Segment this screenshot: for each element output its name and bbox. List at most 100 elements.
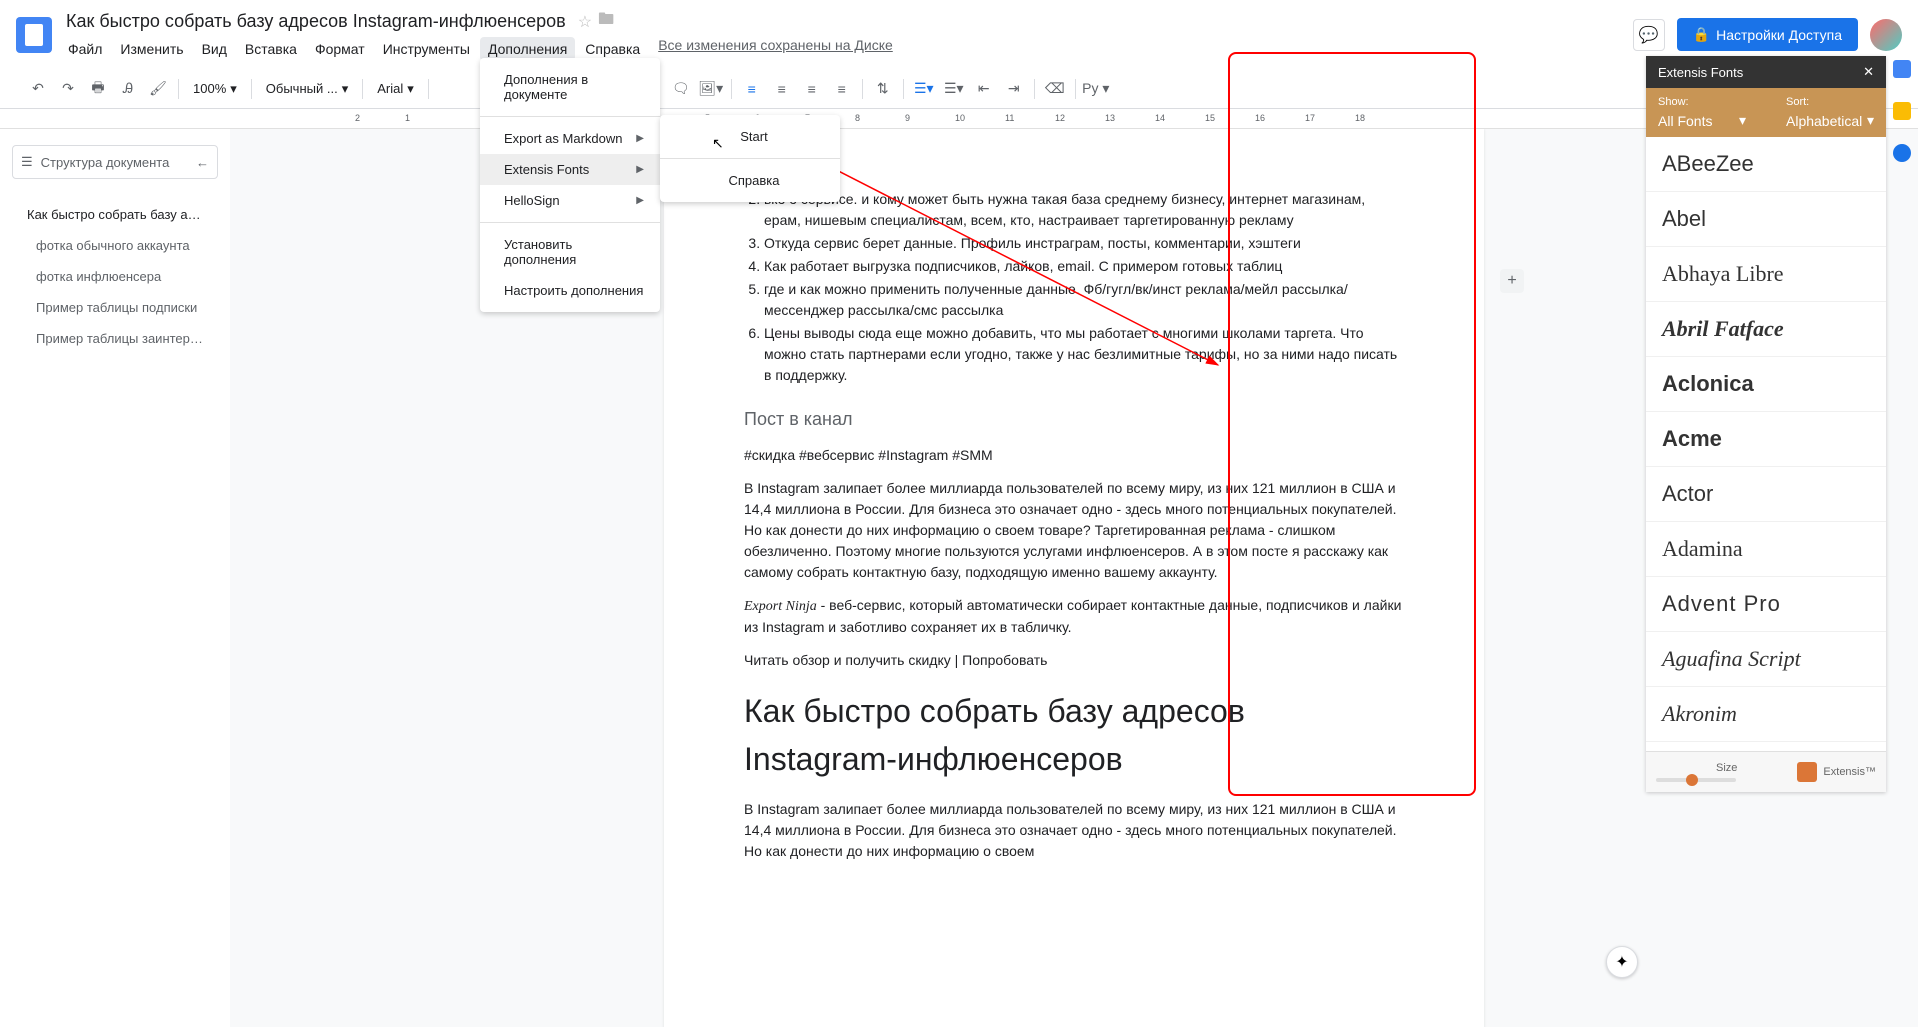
- redo-button[interactable]: ↷: [54, 75, 82, 103]
- undo-button[interactable]: ↶: [24, 75, 52, 103]
- heading-1[interactable]: Как быстро собрать базу адресов Instagra…: [744, 687, 1404, 783]
- spellcheck-button[interactable]: Ꭿ: [114, 75, 142, 103]
- page[interactable]: + ько о сервисе. и кому может быть нужна…: [664, 129, 1484, 1027]
- install-addons-item[interactable]: Установить дополнения: [480, 229, 660, 275]
- increase-indent-button[interactable]: ⇥: [1000, 75, 1028, 103]
- image-button[interactable]: 🖼▾: [697, 75, 725, 103]
- toolbar: ↶ ↷ 🖶 Ꭿ 🖌 100% ▾ Обычный ... ▾ Arial ▾ 🔗…: [0, 69, 1918, 109]
- font-select[interactable]: Arial ▾: [369, 77, 422, 101]
- heading-2[interactable]: Пост в канал: [744, 406, 1404, 433]
- outline-title: Структура документа: [41, 155, 170, 170]
- comment-button[interactable]: 🗨: [667, 75, 695, 103]
- tasks-icon[interactable]: [1893, 144, 1911, 162]
- sort-filter-label: Sort:: [1786, 96, 1874, 108]
- outline-item[interactable]: фотка обычного аккаунта: [12, 230, 218, 261]
- font-item[interactable]: ABeeZee: [1646, 137, 1886, 192]
- save-status[interactable]: Все изменения сохранены на Диске: [658, 37, 893, 61]
- numbered-list-button[interactable]: ☰▾: [910, 75, 938, 103]
- menu-view[interactable]: Вид: [194, 37, 235, 61]
- paragraph[interactable]: Export Ninja - веб-сервис, который автом…: [744, 595, 1404, 638]
- show-filter-select[interactable]: All Fonts▾: [1658, 112, 1746, 129]
- font-item[interactable]: Abril Fatface: [1646, 302, 1886, 357]
- keep-icon[interactable]: [1893, 102, 1911, 120]
- input-tools-button[interactable]: Ру ▾: [1082, 75, 1110, 103]
- menu-file[interactable]: Файл: [60, 37, 110, 61]
- font-item[interactable]: Aguafina Script: [1646, 632, 1886, 687]
- calendar-icon[interactable]: [1893, 60, 1911, 78]
- style-select[interactable]: Обычный ... ▾: [258, 77, 356, 101]
- align-left-button[interactable]: ≡: [738, 75, 766, 103]
- extensis-help-item[interactable]: Справка: [660, 165, 840, 196]
- star-icon[interactable]: ☆: [578, 12, 592, 32]
- explore-button[interactable]: ✦: [1606, 946, 1638, 978]
- menu-format[interactable]: Формат: [307, 37, 373, 61]
- align-right-button[interactable]: ≡: [798, 75, 826, 103]
- bulleted-list-button[interactable]: ☰▾: [940, 75, 968, 103]
- comments-button[interactable]: 💬: [1633, 19, 1665, 51]
- menu-tools[interactable]: Инструменты: [375, 37, 478, 61]
- extensis-panel-title: Extensis Fonts: [1658, 65, 1743, 80]
- font-item[interactable]: Adamina: [1646, 522, 1886, 577]
- font-item[interactable]: Abhaya Libre: [1646, 247, 1886, 302]
- close-panel-icon[interactable]: ✕: [1863, 64, 1874, 80]
- share-button[interactable]: 🔒 Настройки Доступа: [1677, 18, 1858, 51]
- paragraph[interactable]: #скидка #вебсервис #Instagram #SMM: [744, 445, 1404, 466]
- paragraph[interactable]: В Instagram залипает более миллиарда пол…: [744, 478, 1404, 583]
- add-comment-margin-button[interactable]: +: [1500, 269, 1524, 293]
- font-item[interactable]: Akronim: [1646, 687, 1886, 742]
- list-item[interactable]: Цены выводы сюда еще можно добавить, что…: [764, 323, 1404, 386]
- extensis-brand[interactable]: Extensis™: [1797, 762, 1876, 782]
- extensis-submenu: Start Справка: [660, 115, 840, 202]
- addons-dropdown: Дополнения в документе Export as Markdow…: [480, 58, 660, 312]
- outline-icon: ☰: [21, 154, 33, 170]
- outline-header[interactable]: ☰ Структура документа ←: [12, 145, 218, 179]
- export-markdown-item[interactable]: Export as Markdown▶: [480, 123, 660, 154]
- configure-addons-item[interactable]: Настроить дополнения: [480, 275, 660, 306]
- extensis-fonts-item[interactable]: Extensis Fonts▶: [480, 154, 660, 185]
- user-avatar[interactable]: [1870, 19, 1902, 51]
- paragraph[interactable]: В Instagram залипает более миллиарда пол…: [744, 799, 1404, 862]
- menubar: Файл Изменить Вид Вставка Формат Инструм…: [60, 37, 1633, 61]
- align-center-button[interactable]: ≡: [768, 75, 796, 103]
- size-slider[interactable]: [1656, 778, 1736, 782]
- hellosign-item[interactable]: HelloSign▶: [480, 185, 660, 216]
- align-justify-button[interactable]: ≡: [828, 75, 856, 103]
- lock-icon: 🔒: [1693, 26, 1710, 43]
- outline-item[interactable]: Как быстро собрать базу адрес...: [12, 199, 218, 230]
- list-item[interactable]: Откуда сервис берет данные. Профиль инст…: [764, 233, 1404, 254]
- outline-item[interactable]: фотка инфлюенсера: [12, 261, 218, 292]
- list-item[interactable]: Как работает выгрузка подписчиков, лайко…: [764, 256, 1404, 277]
- list-item[interactable]: где и как можно применить полученные дан…: [764, 279, 1404, 321]
- document-title[interactable]: Как быстро собрать базу адресов Instagra…: [60, 9, 572, 34]
- paint-format-button[interactable]: 🖌: [144, 75, 172, 103]
- menu-edit[interactable]: Изменить: [112, 37, 191, 61]
- paragraph[interactable]: Читать обзор и получить скидку | Попробо…: [744, 650, 1404, 671]
- outline-item[interactable]: Пример таблицы подписки: [12, 292, 218, 323]
- show-filter-label: Show:: [1658, 96, 1746, 108]
- docs-logo-icon[interactable]: [16, 17, 52, 53]
- font-item[interactable]: Aladin: [1646, 742, 1886, 751]
- font-item[interactable]: Actor: [1646, 467, 1886, 522]
- font-item[interactable]: Acme: [1646, 412, 1886, 467]
- size-slider-label: Size: [1656, 762, 1797, 774]
- sort-filter-select[interactable]: Alphabetical▾: [1786, 112, 1874, 129]
- extensis-start-item[interactable]: Start: [660, 121, 840, 152]
- ruler[interactable]: 2 1 1 2 3 4 5 6 7 8 9 10 11 12 13 14 15 …: [0, 109, 1918, 129]
- menu-insert[interactable]: Вставка: [237, 37, 305, 61]
- list-item[interactable]: ько о сервисе. и кому может быть нужна т…: [764, 189, 1404, 231]
- font-list[interactable]: ABeeZee Abel Abhaya Libre Abril Fatface …: [1646, 137, 1886, 751]
- extensis-brand-icon: [1797, 762, 1817, 782]
- decrease-indent-button[interactable]: ⇤: [970, 75, 998, 103]
- move-folder-icon[interactable]: 🖿: [598, 8, 614, 35]
- close-outline-icon[interactable]: ←: [196, 155, 209, 170]
- print-button[interactable]: 🖶: [84, 75, 112, 103]
- outline-item[interactable]: Пример таблицы заинтересо...: [12, 323, 218, 354]
- outline-sidebar: ☰ Структура документа ← Как быстро собра…: [0, 129, 230, 1027]
- clear-format-button[interactable]: ⌫: [1041, 75, 1069, 103]
- zoom-select[interactable]: 100% ▾: [185, 77, 245, 101]
- font-item[interactable]: Aclonica: [1646, 357, 1886, 412]
- addons-in-doc-item[interactable]: Дополнения в документе: [480, 64, 660, 110]
- font-item[interactable]: Advent Pro: [1646, 577, 1886, 632]
- font-item[interactable]: Abel: [1646, 192, 1886, 247]
- line-spacing-button[interactable]: ⇅: [869, 75, 897, 103]
